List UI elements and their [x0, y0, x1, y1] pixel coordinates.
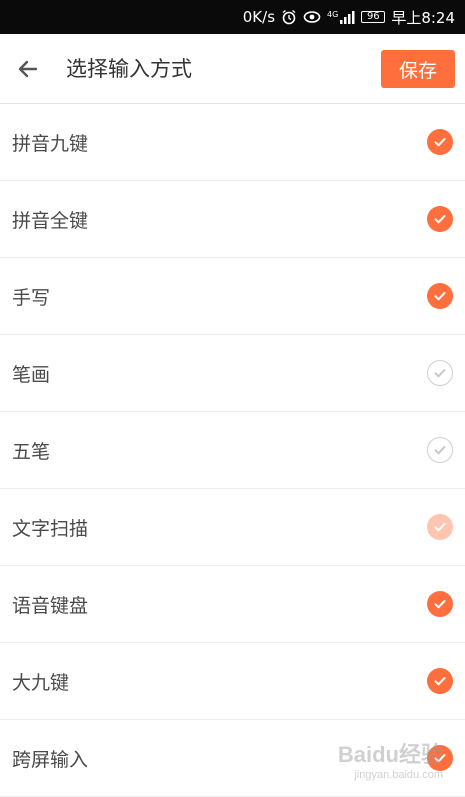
check-icon[interactable] — [427, 668, 453, 694]
list-item[interactable]: 手写 — [0, 258, 465, 335]
app-bar: 选择输入方式 保存 — [0, 34, 465, 104]
list-item[interactable]: 大九键 — [0, 643, 465, 720]
network-speed: 0K/s — [242, 8, 276, 26]
arrow-left-icon — [18, 60, 38, 78]
signal-icon: 4G — [327, 10, 355, 24]
clock: 早上8:24 — [391, 8, 455, 27]
list-item[interactable]: 拼音九键 — [0, 104, 465, 181]
check-icon[interactable] — [427, 206, 453, 232]
item-label: 拼音九键 — [12, 132, 89, 155]
item-label: 跨屏输入 — [12, 748, 89, 771]
check-icon[interactable] — [427, 283, 453, 309]
item-label: 手写 — [12, 286, 51, 309]
status-bar: 0K/s 4G 96 早上8:24 — [0, 0, 465, 34]
list-item[interactable]: 拼音全键 — [0, 181, 465, 258]
check-icon[interactable] — [427, 745, 453, 771]
list-item[interactable]: 语音键盘 — [0, 566, 465, 643]
item-label: 大九键 — [12, 671, 70, 694]
list-item[interactable]: 五笔 — [0, 412, 465, 489]
check-icon[interactable] — [427, 129, 453, 155]
list-item[interactable]: 笔画 — [0, 335, 465, 412]
item-label: 语音键盘 — [12, 594, 89, 617]
battery-level: 96 — [366, 11, 380, 22]
save-button[interactable]: 保存 — [381, 50, 455, 88]
item-label: 笔画 — [12, 363, 51, 386]
item-label: 拼音全键 — [12, 209, 89, 232]
list-item[interactable]: 跨屏输入 — [0, 720, 465, 797]
item-label: 五笔 — [12, 440, 51, 463]
check-icon[interactable] — [427, 514, 453, 540]
check-icon[interactable] — [427, 591, 453, 617]
list-item[interactable]: 文字扫描 — [0, 489, 465, 566]
check-icon[interactable] — [427, 360, 453, 386]
item-label: 文字扫描 — [12, 517, 89, 540]
back-button[interactable] — [10, 51, 46, 87]
network-type: 4G — [327, 10, 339, 19]
check-icon[interactable] — [427, 437, 453, 463]
eye-icon — [303, 10, 321, 24]
alarm-icon — [281, 9, 297, 25]
input-method-list: 拼音九键 拼音全键 手写 笔画 五笔 文字扫描 语音键盘 大九键 跨屏输入 — [0, 104, 465, 797]
battery-icon: 96 — [361, 11, 386, 23]
page-title: 选择输入方式 — [66, 57, 192, 81]
